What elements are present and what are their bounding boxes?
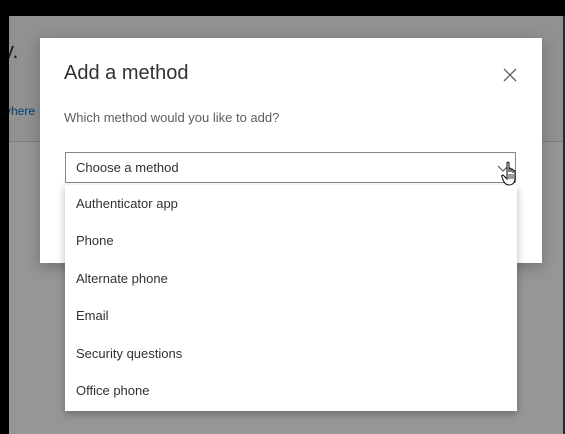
option-label: Phone xyxy=(76,233,114,248)
method-select-value: Choose a method xyxy=(76,160,179,175)
method-select[interactable]: Choose a method xyxy=(65,152,516,183)
option-label: Alternate phone xyxy=(76,271,168,286)
dialog-title: Add a method xyxy=(64,62,189,84)
option-phone[interactable]: Phone xyxy=(65,222,517,259)
option-email[interactable]: Email xyxy=(65,297,517,334)
option-authenticator-app[interactable]: Authenticator app xyxy=(65,185,517,222)
screen-frame: y. vhere Add a method Which method would… xyxy=(9,16,565,434)
dialog-prompt: Which method would you like to add? xyxy=(64,110,280,125)
option-security-questions[interactable]: Security questions xyxy=(65,335,517,372)
option-label: Email xyxy=(76,308,109,323)
chevron-down-icon xyxy=(497,165,509,172)
option-label: Office phone xyxy=(76,383,150,398)
option-office-phone[interactable]: Office phone xyxy=(65,372,517,409)
close-icon xyxy=(503,68,517,82)
option-label: Authenticator app xyxy=(76,196,178,211)
option-label: Security questions xyxy=(76,346,183,361)
method-dropdown-list: Authenticator app Phone Alternate phone … xyxy=(65,185,517,411)
close-button[interactable] xyxy=(499,64,521,86)
option-alternate-phone[interactable]: Alternate phone xyxy=(65,260,517,297)
